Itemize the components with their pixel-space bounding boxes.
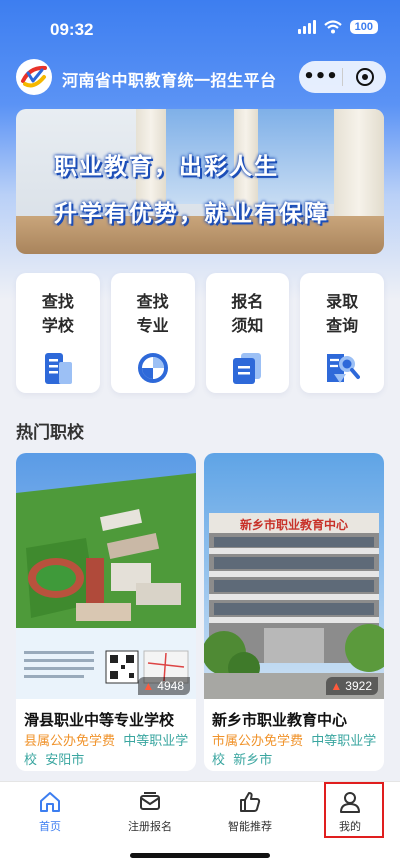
wifi-icon (323, 20, 342, 34)
quick-label: 录取 (326, 292, 359, 311)
section-title: 热门职校 (16, 423, 84, 443)
popularity-count: 4948 (157, 679, 184, 693)
tag-city: 安阳市 (45, 753, 85, 768)
tag-ownership: 县属公办免学费 (24, 734, 116, 749)
quick-find-school[interactable]: 查找 学校 (16, 273, 100, 393)
quick-admission-query[interactable]: 录取 查询 (300, 273, 384, 393)
tab-label: 智能推荐 (228, 820, 272, 833)
quick-label: 查找 (136, 292, 169, 311)
tag-city: 新乡市 (233, 753, 273, 768)
signal-icon (297, 20, 316, 34)
status-time: 09:32 (50, 20, 94, 39)
school-name: 新乡市职业教育中心 (212, 711, 348, 729)
tag-school-type-cont: 校 (212, 753, 226, 768)
page-title: 河南省中职教育统一招生平台 (62, 71, 277, 90)
quick-label: 学校 (41, 316, 74, 335)
target-icon (355, 68, 374, 86)
school-tags: 县属公办免学费 中等职业学 校 安阳市 (24, 732, 190, 770)
status-icons: 100 (297, 20, 378, 34)
banner-curtain (334, 109, 384, 219)
home-indicator (130, 853, 270, 858)
school-photo (16, 453, 196, 699)
tag-ownership: 市属公办免学费 (212, 734, 304, 749)
school-card[interactable]: 新乡市职业教育中心 ▲ 3922 新乡市职业教育中心 市属公办免学费 中等职业学… (204, 453, 384, 771)
fire-icon: ▲ (330, 679, 343, 693)
quick-label: 查找 (41, 292, 74, 311)
search-doc-icon (327, 354, 361, 383)
photo-building-sign: 新乡市职业教育中心 (240, 517, 348, 532)
quick-label: 专业 (136, 316, 169, 335)
close-button[interactable] (343, 68, 386, 86)
status-bar: 09:32 100 (0, 0, 400, 54)
school-name: 滑县职业中等专业学校 (24, 711, 175, 729)
popularity-badge: ▲ 3922 (326, 677, 378, 695)
school-photo: 新乡市职业教育中心 (204, 453, 384, 699)
home-icon (40, 792, 60, 812)
tab-me-highlight (324, 782, 384, 838)
fire-icon: ▲ (142, 679, 155, 693)
tab-label: 注册报名 (128, 820, 172, 833)
quick-find-major[interactable]: 查找 专业 (110, 273, 195, 393)
quick-label: 报名 (231, 292, 264, 311)
tag-school-type-cont: 校 (24, 753, 38, 768)
building-icon (44, 353, 72, 384)
tab-home[interactable]: 首页 (10, 782, 90, 842)
popularity-badge: ▲ 4948 (138, 677, 190, 695)
tab-recommend[interactable]: 智能推荐 (210, 782, 290, 842)
quick-registration-notice[interactable]: 报名 须知 (205, 273, 290, 393)
miniprogram-capsule: ••• (299, 61, 386, 93)
quick-label: 查询 (326, 316, 359, 335)
app-logo (16, 59, 52, 95)
thumbs-up-icon (240, 792, 261, 812)
quick-label: 须知 (231, 316, 264, 335)
banner[interactable]: 职业教育，出彩人生 升学有优势，就业有保障 (16, 109, 384, 254)
tag-school-type: 中等职业学 (123, 734, 189, 749)
school-tags: 市属公办免学费 中等职业学 校 新乡市 (212, 732, 378, 770)
document-icon (233, 353, 262, 384)
banner-slogan-1: 职业教育，出彩人生 (54, 154, 279, 180)
school-card[interactable]: ▲ 4948 滑县职业中等专业学校 县属公办免学费 中等职业学 校 安阳市 (16, 453, 196, 771)
popularity-count: 3922 (345, 679, 372, 693)
tag-school-type: 中等职业学 (311, 734, 377, 749)
banner-slogan-2: 升学有优势，就业有保障 (54, 201, 329, 227)
nav-bar: 河南省中职教育统一招生平台 ••• (0, 56, 400, 100)
tab-register[interactable]: 注册报名 (110, 782, 190, 842)
pie-chart-icon (137, 353, 168, 383)
quick-menu: 查找学校 查找专业 报名须知 录取查询 (16, 273, 384, 393)
tab-label: 首页 (39, 820, 61, 833)
more-button[interactable]: ••• (299, 68, 342, 86)
battery-icon: 100 (349, 20, 378, 34)
mail-icon (140, 792, 160, 810)
